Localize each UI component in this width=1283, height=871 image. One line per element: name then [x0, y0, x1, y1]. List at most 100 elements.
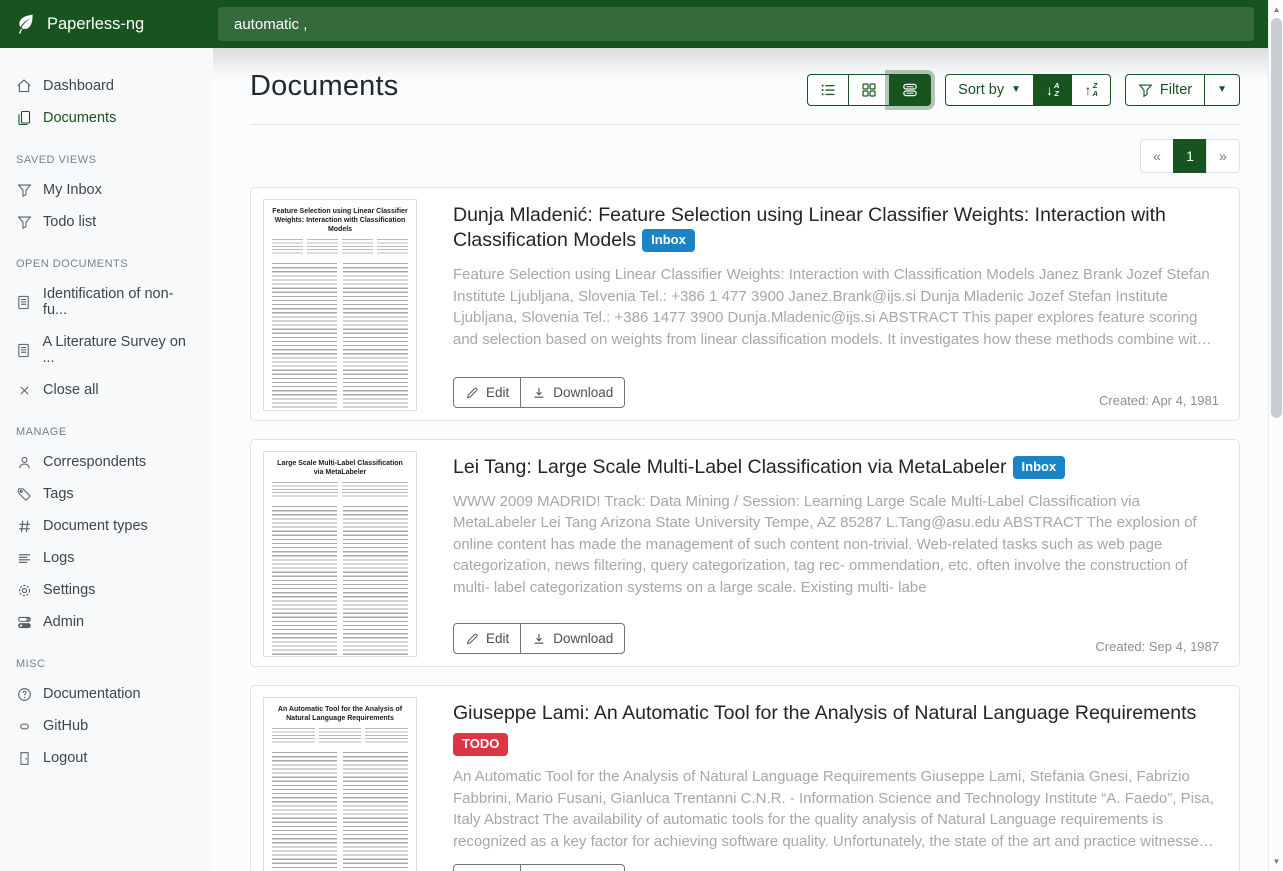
- document-title-text: Lei Tang: Large Scale Multi-Label Classi…: [453, 456, 1007, 478]
- edit-button[interactable]: Edit: [453, 377, 521, 408]
- thumbnail-title: An Automatic Tool for the Analysis of Na…: [272, 705, 408, 723]
- thumbnail-authors: [272, 239, 408, 255]
- sort-group: Sort by ▼ ↓AZ ↑ZA: [945, 74, 1111, 106]
- chevron-down-icon: ▼: [1011, 85, 1021, 95]
- scrollbar-down-arrow[interactable]: ▼: [1269, 854, 1283, 869]
- download-icon: [532, 632, 546, 646]
- sidebar-item-github[interactable]: GitHub: [0, 710, 213, 742]
- thumbnail-title: Large Scale Multi-Label Classification v…: [272, 459, 408, 477]
- tag-icon: [16, 486, 32, 502]
- created-date: Created: Sep 4, 1987: [1095, 639, 1219, 654]
- page-scrollbar[interactable]: ▲ ▼: [1268, 0, 1283, 871]
- document-thumbnail[interactable]: Large Scale Multi-Label Classification v…: [251, 440, 429, 666]
- section-manage: MANAGE: [0, 406, 213, 446]
- document-card: Feature Selection using Linear Classifie…: [250, 187, 1240, 421]
- person-icon: [16, 454, 32, 470]
- document-title-text: Giuseppe Lami: An Automatic Tool for the…: [453, 702, 1196, 724]
- close-icon: [16, 382, 32, 398]
- sidebar-item-label: GitHub: [43, 718, 88, 734]
- tag-badge-inbox[interactable]: Inbox: [642, 229, 695, 252]
- sidebar-item-label: Document types: [43, 518, 148, 534]
- thumbnail-authors: [272, 728, 408, 744]
- list-view-button[interactable]: [807, 74, 849, 106]
- file-text-icon: [16, 342, 31, 358]
- pagination-prev-button[interactable]: «: [1140, 139, 1174, 173]
- tag-badge-inbox[interactable]: Inbox: [1013, 456, 1066, 479]
- scrollbar-up-arrow[interactable]: ▲: [1269, 2, 1283, 17]
- app-brand[interactable]: Paperless-ng: [0, 13, 213, 35]
- sidebar-item-tags[interactable]: Tags: [0, 478, 213, 510]
- filter-button[interactable]: Filter: [1125, 74, 1205, 106]
- sidebar-item-documentation[interactable]: Documentation: [0, 678, 213, 710]
- download-button[interactable]: Download: [520, 377, 625, 408]
- filter-dropdown-button[interactable]: ▼: [1204, 74, 1240, 106]
- pagination: « 1 »: [250, 139, 1240, 173]
- sidebar-item-label: Correspondents: [43, 454, 146, 470]
- download-button[interactable]: Download: [520, 864, 625, 871]
- pagination-page-1-button[interactable]: 1: [1173, 139, 1207, 173]
- sidebar-item-close-all[interactable]: Close all: [0, 374, 213, 406]
- sidebar-item-todo-list[interactable]: Todo list: [0, 206, 213, 238]
- thumbnail-columns: [272, 263, 408, 411]
- sidebar-item-dashboard[interactable]: Dashboard: [0, 70, 213, 102]
- sidebar-item-documents[interactable]: Documents: [0, 102, 213, 134]
- document-title[interactable]: Lei Tang: Large Scale Multi-Label Classi…: [453, 455, 1219, 481]
- document-thumbnail[interactable]: Feature Selection using Linear Classifie…: [251, 188, 429, 420]
- sidebar-item-open-doc-1[interactable]: Identification of non-fu...: [0, 278, 213, 326]
- sidebar-item-document-types[interactable]: Document types: [0, 510, 213, 542]
- sort-ascending-button[interactable]: ↑ZA: [1071, 74, 1110, 106]
- tag-badge-todo[interactable]: TODO: [453, 733, 508, 756]
- question-circle-icon: [16, 686, 32, 702]
- sidebar-item-label: Todo list: [43, 214, 96, 230]
- filter-group: Filter ▼: [1125, 74, 1240, 106]
- document-thumbnail[interactable]: An Automatic Tool for the Analysis of Na…: [251, 686, 429, 871]
- sidebar-item-settings[interactable]: Settings: [0, 574, 213, 606]
- document-excerpt: Feature Selection using Linear Classifie…: [453, 264, 1219, 350]
- grid-view-button[interactable]: [848, 74, 890, 106]
- detail-view-button[interactable]: [889, 74, 931, 106]
- section-saved-views: SAVED VIEWS: [0, 134, 213, 174]
- card-actions: Edit Download: [453, 377, 625, 408]
- grid-view-icon: [861, 82, 877, 98]
- sidebar-item-label: Close all: [43, 382, 99, 398]
- page-title: Documents: [250, 70, 398, 103]
- sidebar-item-label: My Inbox: [43, 182, 102, 198]
- sidebar-item-my-inbox[interactable]: My Inbox: [0, 174, 213, 206]
- sidebar-item-label: Logs: [43, 550, 74, 566]
- sidebar-item-logout[interactable]: Logout: [0, 742, 213, 774]
- pencil-icon: [465, 632, 479, 646]
- download-icon: [532, 386, 546, 400]
- list-view-icon: [820, 82, 836, 98]
- sidebar-item-logs[interactable]: Logs: [0, 542, 213, 574]
- edit-button[interactable]: Edit: [453, 864, 521, 871]
- edit-button[interactable]: Edit: [453, 623, 521, 654]
- pagination-next-button[interactable]: »: [1206, 139, 1240, 173]
- download-button[interactable]: Download: [520, 623, 625, 654]
- document-title[interactable]: Giuseppe Lami: An Automatic Tool for the…: [453, 701, 1219, 752]
- section-misc: MISC: [0, 638, 213, 678]
- sidebar-item-correspondents[interactable]: Correspondents: [0, 446, 213, 478]
- sidebar-item-label: A Literature Survey on ...: [42, 334, 197, 366]
- document-title[interactable]: Dunja Mladenić: Feature Selection using …: [453, 203, 1219, 254]
- edit-label: Edit: [486, 631, 509, 646]
- document-card: Large Scale Multi-Label Classification v…: [250, 439, 1240, 667]
- document-excerpt: WWW 2009 MADRID! Track: Data Mining / Se…: [453, 491, 1219, 598]
- sort-by-button[interactable]: Sort by ▼: [945, 74, 1034, 106]
- sidebar-item-admin[interactable]: Admin: [0, 606, 213, 638]
- view-toggle-group: [807, 74, 931, 106]
- door-icon: [16, 750, 32, 766]
- link-icon: [16, 718, 32, 734]
- sort-descending-button[interactable]: ↓AZ: [1033, 74, 1072, 106]
- brand-name: Paperless-ng: [47, 15, 144, 34]
- sidebar-item-open-doc-2[interactable]: A Literature Survey on ...: [0, 326, 213, 374]
- edit-label: Edit: [486, 385, 509, 400]
- scrollbar-thumb[interactable]: [1271, 18, 1282, 418]
- pencil-icon: [465, 386, 479, 400]
- gear-icon: [16, 582, 32, 598]
- header-divider: [250, 124, 1240, 125]
- home-icon: [16, 78, 32, 94]
- hash-icon: [16, 518, 32, 534]
- global-search-input[interactable]: [218, 7, 1254, 41]
- document-card: An Automatic Tool for the Analysis of Na…: [250, 685, 1240, 871]
- download-label: Download: [553, 385, 613, 400]
